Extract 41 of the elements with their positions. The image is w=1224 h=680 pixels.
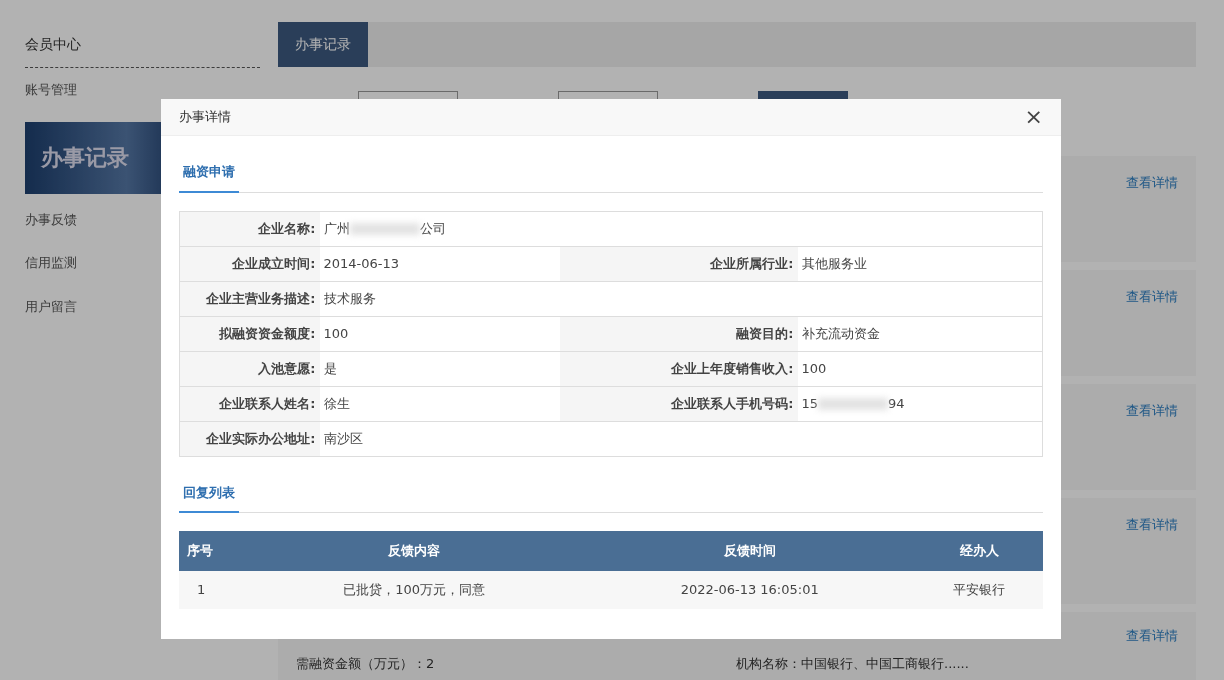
tab[interactable]: 办事记录 [278,22,368,67]
detail-link[interactable]: 查看详情 [1126,401,1178,473]
detail-link[interactable]: 查看详情 [1126,287,1178,359]
column-header: 经办人 [915,531,1043,571]
record-field: 需融资金额（万元）：2 [296,654,736,674]
field-value: 南沙区 [319,421,1043,456]
field-value: 徐生 [319,386,560,421]
field-value: 其他服务业 [797,246,1043,281]
field-label: 企业名称: [179,211,320,246]
column-header: 反馈时间 [584,531,916,571]
detail-link[interactable]: 查看详情 [1126,515,1178,587]
field-value: 是 [319,351,560,386]
field-value: 2014-06-13 [319,246,560,281]
dialog-title: 办事详情 [179,108,231,127]
field-value: 15 94 [797,386,1043,421]
column-header: 序号 [179,531,244,571]
table-cell: 平安银行 [915,571,1043,609]
field-value: 补充流动资金 [797,316,1043,351]
field-label: 企业实际办公地址: [179,421,320,456]
field-label: 企业联系人手机号码: [559,386,798,421]
field-label: 入池意愿: [179,351,320,386]
sidebar-title: 会员中心 [25,22,260,68]
section-tab[interactable]: 回复列表 [179,474,239,513]
field-label: 融资目的: [559,316,798,351]
close-button[interactable]: × [1022,106,1045,128]
table-cell: 2022-06-13 16:05:01 [584,571,916,609]
column-header: 反馈内容 [244,531,585,571]
field-label: 企业所属行业: [559,246,798,281]
field-label: 企业主营业务描述: [179,281,320,316]
field-value: 100 [797,351,1043,386]
field-label: 企业上年度销售收入: [559,351,798,386]
field-value: 100 [319,316,560,351]
table-cell: 已批贷，100万元，同意 [244,571,585,609]
field-label: 拟融资资金额度: [179,316,320,351]
record-field: 机构名称：中国银行、中国工商银行...... [736,654,969,674]
section-tab[interactable]: 融资申请 [179,154,239,193]
detail-link[interactable]: 查看详情 [1126,173,1178,245]
detail-link[interactable]: 查看详情 [1126,626,1178,680]
field-label: 企业联系人姓名: [179,386,320,421]
field-label: 企业成立时间: [179,246,320,281]
table-cell: 1 [179,571,244,609]
